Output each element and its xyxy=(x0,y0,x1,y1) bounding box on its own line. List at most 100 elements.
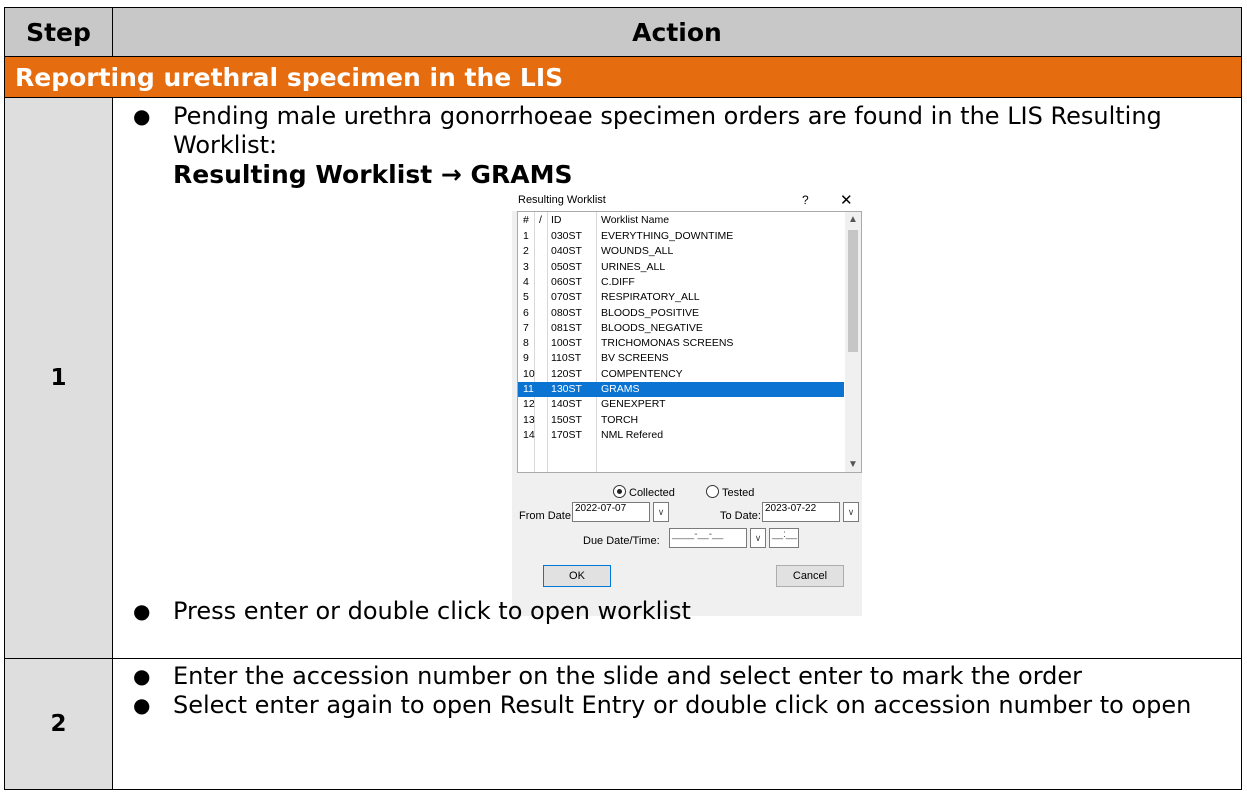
row-name: BLOODS_NEGATIVE xyxy=(601,321,703,334)
due-date-field[interactable]: ____-__-__ xyxy=(669,528,747,548)
bullet-icon: ● xyxy=(133,104,151,128)
step-row-2: 2 ● Enter the accession number on the sl… xyxy=(4,658,1242,790)
row-name: GENEXPERT xyxy=(601,398,666,411)
list-item[interactable]: 14 170ST NML Refered xyxy=(518,428,844,443)
step-number: 1 xyxy=(4,97,113,659)
row-number: 1 xyxy=(523,230,529,242)
dialog-title-bar: Resulting Worklist ? ✕ xyxy=(512,189,862,211)
step-row-1: 1 ● Pending male urethra gonorrhoeae spe… xyxy=(4,97,1242,659)
row-number: 8 xyxy=(523,337,529,350)
row-name: GRAMS xyxy=(601,383,640,395)
radio-unselected-icon xyxy=(706,485,719,498)
radio-collected-label: Collected xyxy=(629,487,675,499)
list-item[interactable]: 8 100ST TRICHOMONAS SCREENS xyxy=(518,336,844,351)
row-number: 14 xyxy=(523,428,535,441)
resulting-worklist-dialog: Resulting Worklist ? ✕ # / ID Worklist N… xyxy=(512,189,862,616)
row-id: 140ST xyxy=(551,398,582,411)
worklist-list[interactable]: # / ID Worklist Name 1 030ST EVERYTHING_DO… xyxy=(517,211,862,473)
list-item[interactable]: 13 150ST TORCH xyxy=(518,413,844,428)
scroll-down-icon[interactable]: ▼ xyxy=(848,459,858,470)
step-number: 2 xyxy=(4,658,113,790)
table-header-row: Step Action xyxy=(4,7,1242,57)
list-item[interactable]: 9 110ST BV SCREENS xyxy=(518,351,844,366)
col-name-header[interactable]: Worklist Name xyxy=(601,212,669,229)
header-step: Step xyxy=(4,7,113,57)
row-number: 6 xyxy=(523,306,529,319)
bullet-icon: ● xyxy=(133,664,151,688)
bullet-item: ● Press enter or double click to open wo… xyxy=(113,597,1241,626)
list-item[interactable]: 7 081ST BLOODS_NEGATIVE xyxy=(518,321,844,336)
radio-tested-label: Tested xyxy=(722,487,755,499)
row-name: EVERYTHING_DOWNTIME xyxy=(601,230,734,242)
bullet-item: ● Select enter again to open Result Entr… xyxy=(113,691,1241,720)
bullet-item: ● Pending male urethra gonorrhoeae speci… xyxy=(113,102,1241,160)
due-date-dropdown-icon[interactable]: ∨ xyxy=(750,528,766,548)
scroll-up-icon[interactable]: ▲ xyxy=(848,214,858,225)
row-id: 060ST xyxy=(551,275,582,288)
row-id: 130ST xyxy=(551,383,582,395)
list-item[interactable]: 2 040ST WOUNDS_ALL xyxy=(518,244,844,259)
row-id: 170ST xyxy=(551,428,582,441)
sort-indicator: / xyxy=(539,214,542,226)
row-id: 080ST xyxy=(551,306,582,319)
bullet-icon: ● xyxy=(133,693,151,717)
row-number: 2 xyxy=(523,245,529,258)
list-item[interactable]: 5 070ST RESPIRATORY_ALL xyxy=(518,290,844,305)
bullet-text: Select enter again to open Result Entry … xyxy=(173,691,1192,719)
list-header: # / ID Worklist Name xyxy=(518,212,844,229)
bullet-text: Pending male urethra gonorrhoeae specime… xyxy=(173,102,1162,159)
row-id: 050ST xyxy=(551,260,582,273)
row-number: 5 xyxy=(523,291,529,304)
close-icon[interactable]: ✕ xyxy=(840,191,853,209)
ok-button[interactable]: OK xyxy=(543,565,611,587)
step-action-cell: ● Pending male urethra gonorrhoeae speci… xyxy=(112,97,1242,659)
to-date-dropdown-icon[interactable]: ∨ xyxy=(843,502,859,522)
from-date-dropdown-icon[interactable]: ∨ xyxy=(653,502,669,522)
col-id-header[interactable]: ID xyxy=(551,212,562,229)
step-action-cell: ● Enter the accession number on the slid… xyxy=(112,658,1242,790)
bullet-item: ● Enter the accession number on the slid… xyxy=(113,662,1241,691)
row-id: 081ST xyxy=(551,321,582,334)
to-date-field[interactable]: 2023-07-22 xyxy=(762,502,840,522)
row-name: TRICHOMONAS SCREENS xyxy=(601,337,734,350)
row-id: 120ST xyxy=(551,367,582,380)
scrollbar-thumb[interactable] xyxy=(848,230,858,352)
list-item[interactable]: 6 080ST BLOODS_POSITIVE xyxy=(518,306,844,321)
row-id: 110ST xyxy=(551,352,582,365)
list-scrollbar[interactable]: ▲ ▼ xyxy=(845,212,861,472)
from-date-label: From Date: xyxy=(519,510,575,522)
header-action: Action xyxy=(112,7,1242,57)
row-name: COMPENTENCY xyxy=(601,367,683,380)
list-item[interactable]: 12 140ST GENEXPERT xyxy=(518,397,844,412)
radio-selected-icon xyxy=(613,485,626,498)
procedure-table: Step Action Reporting urethral specimen … xyxy=(4,7,1242,790)
list-item[interactable]: 4 060ST C.DIFF xyxy=(518,275,844,290)
bullet-text: Enter the accession number on the slide … xyxy=(173,662,1083,690)
row-number: 4 xyxy=(523,275,529,288)
col-number-header[interactable]: # xyxy=(523,212,529,229)
cancel-button[interactable]: Cancel xyxy=(776,565,844,587)
row-id: 070ST xyxy=(551,291,582,304)
row-number: 7 xyxy=(523,321,529,334)
due-time-field[interactable]: __:__ xyxy=(769,528,799,548)
row-number: 10 xyxy=(523,367,535,380)
row-id: 150ST xyxy=(551,413,582,426)
row-number: 11 xyxy=(523,383,534,395)
row-name: URINES_ALL xyxy=(601,260,666,273)
dialog-title: Resulting Worklist xyxy=(518,194,606,206)
row-name: RESPIRATORY_ALL xyxy=(601,291,700,304)
row-number: 13 xyxy=(523,413,535,426)
help-icon[interactable]: ? xyxy=(802,193,809,207)
radio-collected[interactable]: Collected xyxy=(613,485,675,499)
list-item[interactable]: 11 130ST GRAMS xyxy=(518,382,844,397)
list-item[interactable]: 3 050ST URINES_ALL xyxy=(518,260,844,275)
section-title: Reporting urethral specimen in the LIS xyxy=(4,56,1242,98)
from-date-field[interactable]: 2022-07-07 xyxy=(572,502,650,522)
list-item[interactable]: 10 120ST COMPENTENCY xyxy=(518,367,844,382)
row-name: NML Refered xyxy=(601,428,664,441)
navigation-path: Resulting Worklist → GRAMS xyxy=(173,160,573,189)
list-item[interactable]: 1 030ST EVERYTHING_DOWNTIME xyxy=(518,229,844,244)
radio-tested[interactable]: Tested xyxy=(706,485,754,499)
row-number: 3 xyxy=(523,260,529,273)
to-date-label: To Date: xyxy=(720,510,761,522)
